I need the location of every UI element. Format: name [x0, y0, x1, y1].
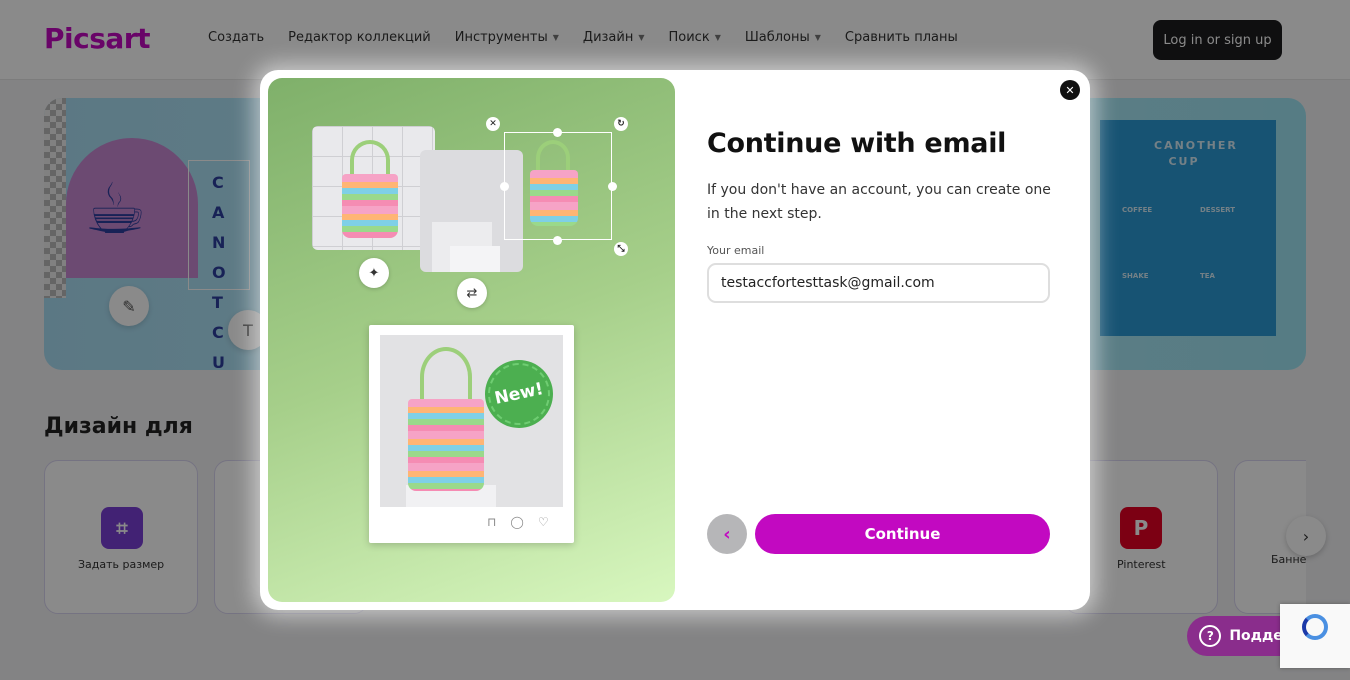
bookmark-icon: ⊓	[487, 515, 497, 529]
modal-illustration: ✕ ↻ ⤡ ✦ ⇄ New! ⊓ ◯ ♡	[268, 78, 675, 602]
polaroid-actions: ⊓ ◯ ♡	[487, 515, 549, 529]
recaptcha-badge[interactable]	[1280, 604, 1350, 668]
resize-handle	[500, 182, 509, 191]
recaptcha-icon	[1302, 614, 1328, 640]
polaroid-photo: New!	[380, 335, 563, 507]
new-badge: New!	[482, 357, 556, 431]
resize-handle	[608, 182, 617, 191]
bag-image	[342, 140, 402, 240]
close-modal-button[interactable]: ✕	[1060, 80, 1080, 100]
close-icon: ✕	[1065, 83, 1075, 97]
resize-handle	[553, 128, 562, 137]
modal-title: Continue with email	[707, 128, 1007, 159]
edit-image-icon: ✦	[359, 258, 389, 288]
modal-description: If you don't have an account, you can cr…	[707, 182, 1051, 222]
continue-button[interactable]: Continue	[755, 514, 1050, 554]
email-field[interactable]	[707, 263, 1050, 303]
back-button[interactable]: ‹	[707, 514, 747, 554]
resize-handle	[553, 236, 562, 245]
chevron-left-icon: ‹	[723, 523, 731, 545]
polaroid-card: New! ⊓ ◯ ♡	[369, 325, 574, 543]
email-label: Your email	[707, 244, 765, 257]
continue-with-email-modal: ✕ ↻ ⤡ ✦ ⇄ New! ⊓ ◯ ♡ ✕ Continue with ema…	[260, 70, 1090, 610]
help-chat-icon: ?	[1199, 625, 1222, 647]
bag-photo-tiles	[312, 126, 435, 250]
scale-icon: ⤡	[614, 242, 628, 256]
replace-image-icon: ⇄	[457, 278, 487, 308]
bag-image	[408, 347, 488, 497]
comment-icon: ◯	[510, 515, 524, 529]
heart-icon: ♡	[537, 515, 549, 529]
delete-layer-icon: ✕	[486, 117, 500, 131]
selection-frame	[504, 132, 612, 240]
rotate-icon: ↻	[614, 117, 628, 131]
